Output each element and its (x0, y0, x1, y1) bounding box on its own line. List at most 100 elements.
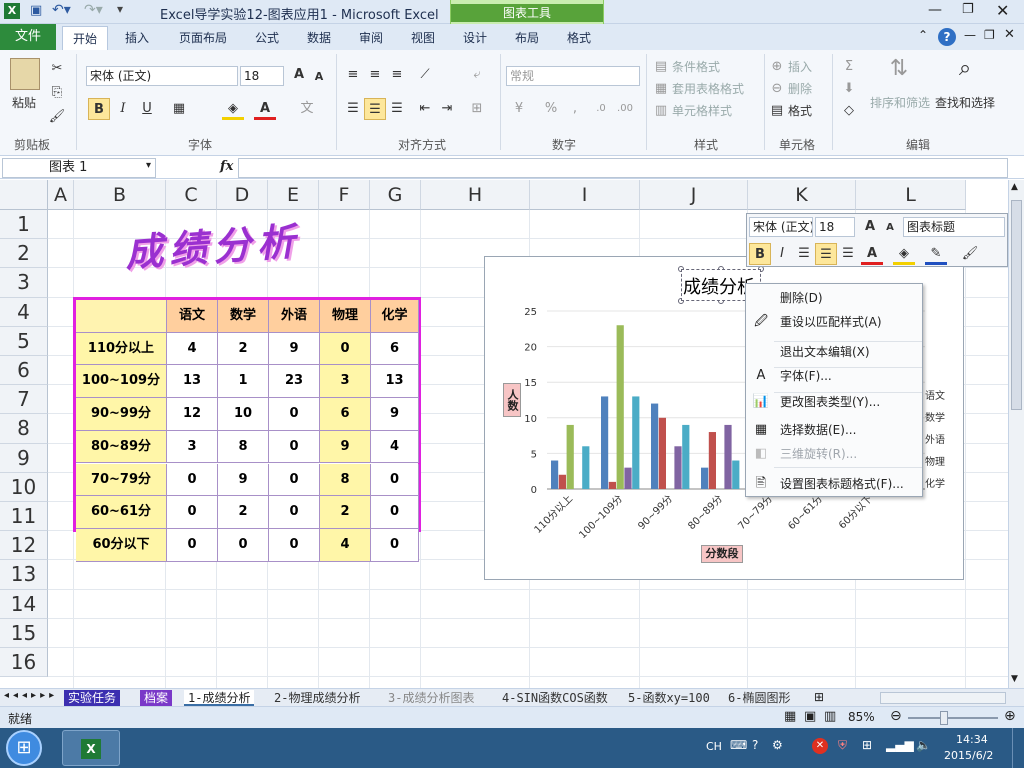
column-header-H[interactable]: H (421, 180, 530, 210)
column-header-I[interactable]: I (530, 180, 640, 210)
menu-item-3d-rotation[interactable]: 三维旋转(R)... ◧ (746, 442, 922, 466)
insert-cells-button[interactable]: 插入 (788, 58, 812, 75)
tab-insert[interactable]: 插入 (114, 26, 160, 50)
tray-network-icon[interactable]: ▂▄▆ (886, 738, 914, 752)
underline-button[interactable]: U (136, 98, 158, 120)
sort-filter-button[interactable]: 排序和筛选 (870, 94, 930, 111)
menu-item-format-chart-title[interactable]: 设置图表标题格式(F)... 🖹 (746, 472, 922, 496)
table-header-cell[interactable]: 化学 (371, 300, 419, 333)
table-cell[interactable]: 3 (167, 430, 218, 464)
sheet-tab[interactable]: 档案 (140, 690, 173, 706)
zoom-in-icon[interactable]: ⊕ (1004, 708, 1016, 724)
x-axis-title[interactable]: 分数段 (701, 545, 743, 563)
sheet-tab[interactable]: 5-函数xy=100 (624, 690, 714, 706)
increase-decimal-icon[interactable]: .0 (590, 98, 612, 120)
zoom-slider-thumb[interactable] (940, 711, 948, 725)
phonetic-icon[interactable]: 文 (296, 98, 318, 120)
page-layout-view-icon[interactable]: ▣ (804, 709, 816, 724)
tray-windows-icon[interactable]: ⊞ (862, 738, 872, 752)
name-box-dropdown-icon[interactable]: ▾ (146, 160, 151, 171)
close-icon[interactable]: ✕ (996, 1, 1009, 20)
sheet-tab[interactable]: 实验任务 (64, 690, 121, 706)
sheet-tab[interactable]: 2-物理成绩分析 (270, 690, 365, 706)
autosum-icon[interactable]: Σ (838, 56, 860, 78)
sheet-tab[interactable]: 3-成绩分析图表 (384, 690, 479, 706)
sheet-nav-icons[interactable]: ◂◂◂▸▸▸ (4, 690, 58, 701)
table-cell[interactable]: 13 (167, 365, 218, 399)
scroll-down-icon[interactable]: ▼ (1011, 674, 1018, 684)
table-cell[interactable]: 2 (320, 496, 371, 529)
table-cell[interactable]: 0 (218, 528, 269, 562)
help-icon[interactable]: ? (938, 28, 956, 46)
currency-icon[interactable]: ¥ (508, 98, 530, 120)
table-cell[interactable]: 12 (167, 398, 218, 431)
format-as-table-button[interactable]: 套用表格格式 (672, 80, 744, 97)
table-cell[interactable]: 0 (269, 463, 320, 497)
table-cell[interactable]: 0 (269, 496, 320, 529)
row-header-16[interactable]: 16 (0, 648, 48, 678)
align-middle-icon[interactable]: ≡ (364, 64, 386, 86)
table-cell[interactable]: 0 (371, 496, 419, 529)
zoom-slider[interactable] (908, 717, 998, 719)
vertical-scrollbar[interactable]: ▲ ▼ (1008, 180, 1024, 688)
formula-input[interactable] (238, 158, 1008, 178)
format-painter-icon[interactable]: 🖌 (46, 106, 68, 128)
table-cell[interactable]: 6 (320, 398, 371, 431)
excel-app-icon[interactable]: X (4, 3, 20, 19)
cell-styles-icon[interactable]: ▥ (650, 100, 672, 122)
table-cell[interactable]: 0 (269, 398, 320, 431)
table-cell[interactable]: 9 (269, 332, 320, 366)
table-cell[interactable]: 70~79分 (76, 463, 167, 497)
merge-center-icon[interactable]: ⊞ (466, 98, 488, 120)
column-header-J[interactable]: J (640, 180, 748, 210)
wrap-text-icon[interactable]: ⤶ (466, 64, 488, 86)
tab-formulas[interactable]: 公式 (244, 26, 290, 50)
tray-volume-icon[interactable]: 🔈 (916, 738, 931, 752)
clock-time[interactable]: 14:34 (956, 733, 988, 746)
cut-icon[interactable]: ✂ (46, 58, 68, 80)
row-header-4[interactable]: 4 (0, 297, 48, 327)
restore-icon[interactable]: ❐ (962, 2, 974, 17)
row-header-14[interactable]: 14 (0, 589, 48, 619)
mini-shrink-font-icon[interactable]: A (879, 217, 901, 239)
find-select-button[interactable]: 查找和选择 (935, 94, 995, 111)
normal-view-icon[interactable]: ▦ (784, 709, 796, 724)
mini-bold-button[interactable]: B (749, 243, 771, 265)
fill-color-icon[interactable]: ◈ (222, 98, 244, 120)
font-size-combo[interactable]: 18 (240, 66, 284, 86)
cell-styles-button[interactable]: 单元格样式 (672, 102, 732, 119)
row-header-8[interactable]: 8 (0, 414, 48, 444)
column-header-D[interactable]: D (217, 180, 268, 210)
zoom-out-icon[interactable]: ⊖ (890, 708, 902, 724)
table-cell[interactable]: 8 (218, 430, 269, 464)
table-header-cell[interactable]: 物理 (320, 300, 371, 333)
new-sheet-icon[interactable]: ⊞ (814, 690, 824, 704)
table-cell[interactable]: 13 (371, 365, 419, 399)
name-box[interactable]: 图表 1 (2, 158, 156, 178)
table-header-cell[interactable]: 语文 (167, 300, 218, 333)
windows-start-icon[interactable]: ⊞ (6, 730, 42, 766)
redo-icon[interactable]: ↷▾ (84, 2, 103, 18)
menu-item-reset-style[interactable]: 重设以匹配样式(A) 🖉 (746, 310, 922, 334)
percent-icon[interactable]: % (540, 98, 562, 120)
mini-align-left-icon[interactable]: ☰ (793, 243, 815, 265)
paste-button[interactable]: 粘贴 (12, 94, 36, 111)
align-left-icon[interactable]: ☰ (342, 98, 364, 120)
mini-outline-icon[interactable]: ✎ (925, 243, 947, 265)
table-cell[interactable]: 3 (320, 365, 371, 399)
tab-design[interactable]: 设计 (452, 26, 498, 50)
row-header-11[interactable]: 11 (0, 502, 48, 532)
select-all-corner[interactable] (0, 180, 48, 210)
mini-size-combo[interactable]: 18 (815, 217, 855, 237)
table-cell[interactable]: 0 (167, 463, 218, 497)
fill-icon[interactable]: ⬇ (838, 78, 860, 100)
table-cell[interactable]: 1 (218, 365, 269, 399)
workbook-restore-icon[interactable]: ❐ (984, 28, 995, 42)
tray-help-icon[interactable]: ? (752, 738, 758, 752)
sheet-tab[interactable]: 1-成绩分析 (184, 690, 255, 706)
row-header-15[interactable]: 15 (0, 618, 48, 648)
table-cell[interactable]: 4 (371, 430, 419, 464)
show-desktop-button[interactable] (1012, 728, 1024, 768)
formula-fx-icon[interactable]: fx (220, 159, 233, 174)
insert-cells-icon[interactable]: ⊕ (766, 56, 788, 78)
